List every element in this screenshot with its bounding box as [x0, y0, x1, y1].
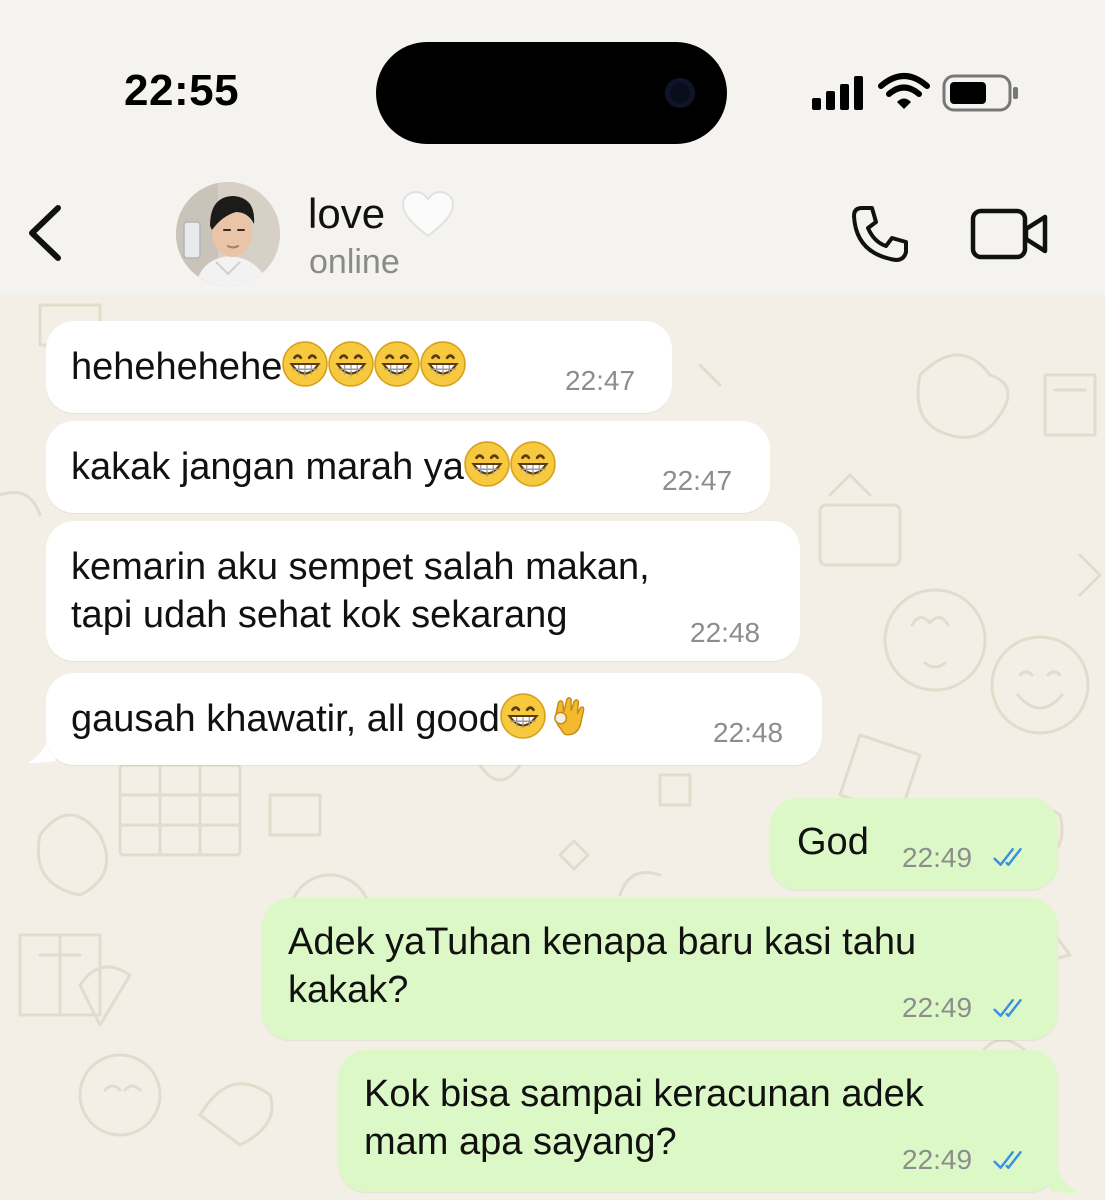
message-time: 22:49 — [902, 992, 973, 1023]
message-bubble-outgoing[interactable]: Adek yaTuhan kenapa baru kasi tahu kakak… — [262, 898, 1058, 1040]
message-time: 22:49 — [902, 842, 973, 873]
back-chevron-icon[interactable] — [26, 204, 66, 262]
grin-emoji-icon — [500, 693, 546, 739]
bubble-tail-outgoing — [1050, 1155, 1078, 1193]
message-bubble-incoming[interactable]: hehehehehe 22:47 — [46, 321, 672, 413]
message-text-content: hehehehehe — [71, 346, 283, 388]
message-time: 22:47 — [662, 465, 733, 496]
message-text: kemarin aku sempet salah makan, tapi uda… — [71, 546, 650, 636]
grin-emoji-icon — [464, 441, 510, 487]
message-time: 22:49 — [902, 1144, 973, 1175]
grin-emoji-icon — [328, 341, 374, 387]
dynamic-island — [376, 42, 727, 144]
video-camera-icon[interactable] — [970, 207, 1050, 261]
contact-status: online — [309, 243, 400, 281]
message-text: Kok bisa sampai keracunan adek mam apa s… — [364, 1073, 924, 1163]
grin-emoji-icon — [282, 341, 328, 387]
message-text: Adek yaTuhan kenapa baru kasi tahu kakak… — [288, 921, 917, 1011]
message-text: kakak jangan marah ya — [71, 441, 556, 491]
read-ticks-icon — [992, 995, 1030, 1021]
message-bubble-outgoing[interactable]: God 22:49 — [770, 798, 1058, 890]
grin-emoji-icon — [374, 341, 420, 387]
message-bubble-outgoing[interactable]: Kok bisa sampai keracunan adek mam apa s… — [338, 1050, 1058, 1192]
contact-name[interactable]: love — [308, 190, 385, 238]
message-bubble-incoming[interactable]: gausah khawatir, all good 22:48 — [46, 673, 822, 765]
battery-icon — [942, 74, 1018, 112]
message-bubble-incoming[interactable]: kemarin aku sempet salah makan, tapi uda… — [46, 521, 800, 661]
message-time: 22:48 — [690, 617, 761, 648]
front-camera — [665, 78, 695, 108]
read-ticks-icon — [992, 844, 1030, 870]
phone-icon[interactable] — [848, 202, 912, 266]
message-text-content: gausah khawatir, all good — [71, 698, 500, 740]
chat-header: love online — [0, 160, 1105, 295]
message-text: gausah khawatir, all good — [71, 693, 592, 743]
avatar[interactable] — [176, 182, 280, 286]
message-text: hehehehehe — [71, 341, 466, 391]
message-text-content: kakak jangan marah ya — [71, 446, 464, 488]
message-time: 22:47 — [565, 365, 636, 396]
message-time: 22:48 — [713, 717, 784, 748]
white-heart-icon — [401, 190, 455, 238]
message-bubble-incoming[interactable]: kakak jangan marah ya 22:47 — [46, 421, 770, 513]
grin-emoji-icon — [510, 441, 556, 487]
wifi-icon — [878, 73, 930, 109]
message-text: God — [797, 821, 869, 863]
read-ticks-icon — [992, 1147, 1030, 1173]
status-bar: 22:55 — [0, 0, 1105, 160]
ok-hand-emoji-icon — [546, 693, 592, 739]
avatar-image — [176, 182, 280, 286]
status-time: 22:55 — [124, 66, 240, 115]
chat-area[interactable]: hehehehehe 22:47 kakak jangan marah ya 2… — [0, 295, 1105, 1200]
signal-icon — [812, 76, 863, 110]
grin-emoji-icon — [420, 341, 466, 387]
